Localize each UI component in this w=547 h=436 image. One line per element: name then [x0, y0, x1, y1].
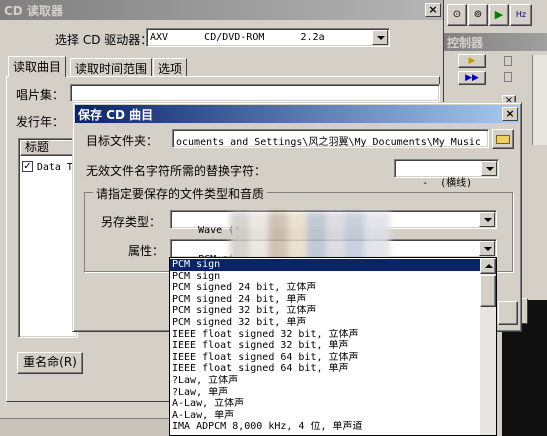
chevron-down-icon[interactable] [479, 212, 495, 227]
drive-label: 选择 CD 驱动器： [55, 33, 153, 47]
browse-folder-button[interactable] [492, 129, 514, 149]
target-folder-value: ocuments and Settings\风之羽翼\My Documents\… [176, 137, 481, 148]
tab-read-tracks[interactable]: 读取曲目 [8, 56, 67, 77]
dropdown-option[interactable]: A-Law, 立体声 [170, 398, 480, 410]
attr-dropdown-list[interactable]: PCM sign PCM sign PCM signed 24 bit, 立体声 PC… [169, 257, 497, 436]
play-icon: ▶ [468, 56, 476, 66]
tab-read-time-range[interactable]: 读取时间范围 [70, 58, 153, 76]
controller-title: 控制器 [447, 36, 484, 50]
toolbar-button-4[interactable]: Hz [510, 4, 532, 26]
dropdown-option[interactable]: PCM signed 32 bit, 立体声 [170, 305, 480, 317]
dropdown-option[interactable]: IEEE float signed 32 bit, 单声 [170, 340, 480, 352]
artist-label: 发行年： [16, 115, 65, 129]
album-label: 唱片集： [16, 88, 65, 102]
chevron-down-icon[interactable] [481, 161, 497, 176]
replace-char-value: - (横线) [422, 178, 473, 189]
track-checkbox[interactable]: ✓ [22, 161, 33, 172]
tab-options[interactable]: 选项 [153, 58, 188, 76]
dropdown-option[interactable]: IEEE float signed 64 bit, 立体声 [170, 352, 480, 364]
play-button[interactable]: ▶ [458, 54, 486, 68]
dropdown-items: PCM sign PCM sign PCM signed 24 bit, 立体声 PC… [170, 259, 480, 433]
controller-titlebar: 控制器 [444, 33, 547, 51]
fast-forward-button[interactable]: ▶▶ [458, 71, 486, 85]
rename-button[interactable]: 重名命(R) [17, 352, 83, 374]
dialog-side-button[interactable] [498, 301, 518, 325]
target-folder-input[interactable]: ocuments and Settings\风之羽翼\My Documents\… [172, 129, 489, 148]
target-folder-label: 目标文件夹： [86, 134, 159, 148]
attr-label: 属性： [128, 244, 165, 258]
dropdown-option[interactable]: ?Law, 立体声 [170, 375, 480, 387]
drive-value: AXV CD/DVD-ROM 2.2a [150, 32, 325, 43]
drive-select[interactable]: AXV CD/DVD-ROM 2.2a [146, 28, 390, 47]
chevron-up-icon [485, 264, 493, 268]
toolbar-button-1[interactable]: ⊙ [447, 4, 467, 26]
save-dialog-title: 保存 CD 曲目 [78, 108, 154, 122]
dropdown-option[interactable]: A-Law, 单声 [170, 410, 480, 422]
close-icon: × [428, 3, 438, 16]
column-title-text: 标题 [25, 140, 50, 154]
toolbar-button-3[interactable]: ▶ [489, 4, 509, 26]
save-dialog-titlebar: 保存 CD 曲目 [75, 105, 519, 123]
dropdown-option[interactable]: PCM signed 24 bit, 立体声 [170, 282, 480, 294]
dropdown-scrollbar[interactable] [480, 258, 496, 435]
track-row-label: Data T [36, 162, 73, 173]
tab-read-time-range-label: 读取时间范围 [75, 62, 148, 76]
replace-char-select[interactable]: - (横线) [394, 159, 499, 189]
tab-options-label: 选项 [158, 62, 183, 76]
scroll-thumb[interactable] [480, 275, 496, 307]
rename-button-label: 重名命(R) [23, 355, 77, 369]
folder-icon [496, 135, 510, 144]
chevron-down-icon[interactable] [479, 241, 495, 256]
tab-read-tracks-label: 读取曲目 [13, 60, 62, 74]
column-header-title[interactable]: 标题 [20, 140, 80, 156]
track-list[interactable]: 标题 ✓ Data T [18, 138, 80, 338]
cd-reader-close-button[interactable]: × [425, 3, 441, 17]
dropdown-option[interactable]: PCM signed 32 bit, 单声 [170, 317, 480, 329]
controller-slot-2 [504, 72, 512, 82]
dropdown-option[interactable]: IMA ADPCM 8,000 kHz, 4 位, 单声道 [170, 421, 480, 433]
toolbar-top: ⊙ ⊚ ▶ Hz [444, 0, 547, 30]
file-type-group-label: 请指定要保存的文件类型和音质 [93, 185, 268, 202]
dropdown-option[interactable]: PCM sign [170, 259, 480, 271]
controller-scroll[interactable] [532, 55, 547, 145]
save-dialog-close-button[interactable]: × [502, 107, 518, 121]
toolbar-button-2[interactable]: ⊚ [468, 4, 488, 26]
dropdown-option[interactable]: IEEE float signed 32 bit, 立体声 [170, 329, 480, 341]
cd-reader-title: CD 读取器 [4, 4, 63, 18]
save-type-label: 另存类型： [101, 215, 162, 229]
dropdown-option[interactable]: ?Law, 单声 [170, 387, 480, 399]
replace-char-label: 无效文件名字符所需的替换字符： [86, 164, 267, 178]
controller-slot-1 [504, 56, 512, 66]
track-row[interactable]: ✓ Data T [22, 159, 73, 173]
album-input[interactable] [70, 84, 440, 102]
fast-forward-icon: ▶▶ [465, 73, 479, 83]
chevron-down-icon[interactable] [372, 30, 388, 45]
close-icon: × [505, 107, 515, 120]
cd-reader-titlebar: CD 读取器 [0, 0, 443, 20]
dropdown-option[interactable]: PCM signed 24 bit, 单声 [170, 294, 480, 306]
scroll-up-button[interactable] [480, 258, 496, 274]
dropdown-option[interactable]: PCM sign [170, 271, 480, 283]
dropdown-option[interactable]: IEEE float signed 64 bit, 单声 [170, 363, 480, 375]
